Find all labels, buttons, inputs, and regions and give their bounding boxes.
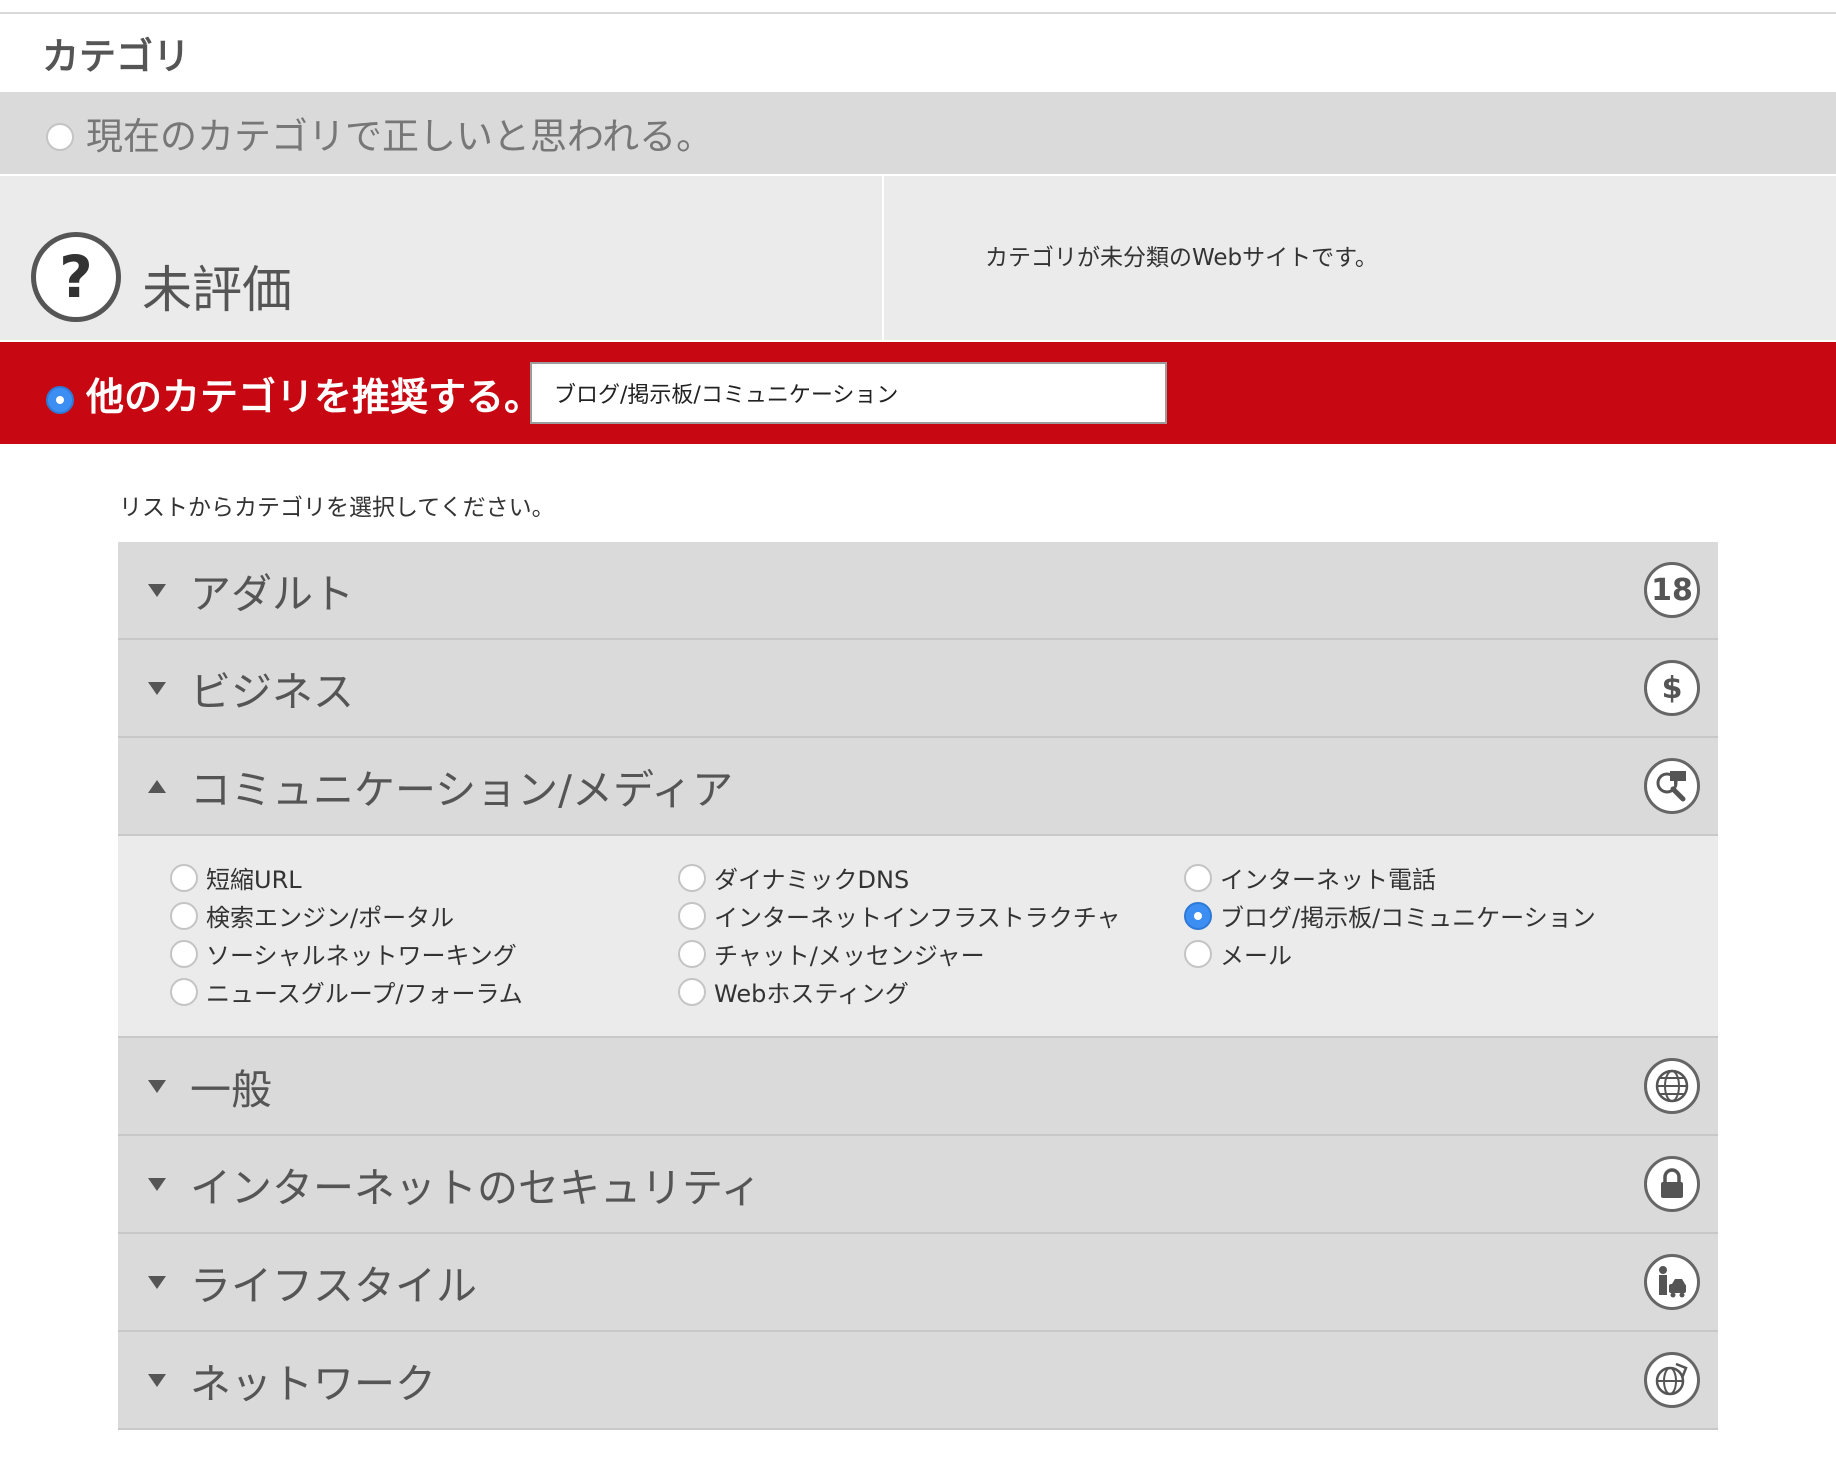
keep-current-radio[interactable]: [46, 123, 74, 151]
subcategory-radio[interactable]: [678, 977, 706, 1006]
person-car-icon: [1644, 1254, 1700, 1310]
subcategory-label: 検索エンジン/ポータル: [206, 904, 455, 932]
recommend-other-label: 他のカテゴリを推奨する。: [86, 374, 543, 419]
subcategory-blog-board-communication[interactable]: ブログ/掲示板/コミュニケーション: [1184, 898, 1596, 933]
chevron-down-icon: [148, 1079, 166, 1093]
recommend-other-radio[interactable]: [46, 386, 74, 414]
subcategory-radio[interactable]: [678, 863, 706, 892]
subcategory-radio[interactable]: [1184, 863, 1212, 892]
chevron-down-icon: [148, 1275, 166, 1289]
network-globe-icon: [1644, 1352, 1700, 1408]
keep-current-label: 現在のカテゴリで正しいと思われる。: [86, 115, 714, 158]
select-hint: リストからカテゴリを選択してください。: [119, 495, 555, 521]
category-header-network[interactable]: ネットワーク: [118, 1332, 1718, 1430]
communication-media-subcategories: 短縮URL 検索エンジン/ポータル ソーシャルネットワーキング ニュースグループ…: [118, 836, 1718, 1038]
subcategory-internet-infrastructure[interactable]: インターネットインフラストラクチャ: [678, 898, 1121, 933]
subcategory-social-networking[interactable]: ソーシャルネットワーキング: [170, 936, 517, 971]
current-category-name: 未評価: [142, 261, 292, 319]
dollar-icon: $: [1644, 660, 1700, 716]
chevron-down-icon: [148, 583, 166, 597]
category-label: 一般: [190, 1066, 272, 1114]
category-header-business[interactable]: ビジネス $: [118, 640, 1718, 738]
subcategory-label: ソーシャルネットワーキング: [206, 942, 517, 970]
subcategory-radio[interactable]: [678, 901, 706, 930]
subcategory-chat-messenger[interactable]: チャット/メッセンジャー: [678, 936, 985, 971]
subcategory-mail[interactable]: メール: [1184, 936, 1292, 971]
category-label: ライフスタイル: [190, 1262, 477, 1310]
subcategory-url-shortener[interactable]: 短縮URL: [170, 860, 302, 895]
subcategory-radio-selected[interactable]: [1184, 901, 1212, 930]
selected-category-field[interactable]: ブログ/掲示板/コミュニケーション: [530, 362, 1167, 424]
subcategory-label: 短縮URL: [206, 866, 302, 894]
subcategory-label: ブログ/掲示板/コミュニケーション: [1220, 904, 1596, 932]
subcategory-radio[interactable]: [170, 901, 198, 930]
lock-icon: [1644, 1156, 1700, 1212]
subcategory-label: チャット/メッセンジャー: [714, 942, 985, 970]
top-divider: [0, 12, 1836, 14]
section-title: カテゴリ: [42, 35, 190, 78]
current-category-description: カテゴリが未分類のWebサイトです。: [985, 245, 1378, 271]
question-mark-icon: ?: [31, 232, 121, 322]
keep-current-option[interactable]: 現在のカテゴリで正しいと思われる。: [0, 92, 1836, 174]
category-label: ネットワーク: [190, 1360, 436, 1408]
subcategory-radio[interactable]: [1184, 939, 1212, 968]
subcategory-radio[interactable]: [170, 939, 198, 968]
search-chat-icon: [1644, 758, 1700, 814]
subcategory-search-portal[interactable]: 検索エンジン/ポータル: [170, 898, 454, 933]
subcategory-label: Webホスティング: [714, 980, 909, 1008]
subcategory-newsgroup-forum[interactable]: ニュースグループ/フォーラム: [170, 974, 523, 1009]
category-label: アダルト: [190, 570, 354, 618]
subcategory-dynamic-dns[interactable]: ダイナミックDNS: [678, 860, 909, 895]
chevron-down-icon: [148, 681, 166, 695]
subcategory-radio[interactable]: [170, 977, 198, 1006]
panel-divider: [882, 176, 884, 340]
chevron-down-icon: [148, 1177, 166, 1191]
subcategory-label: メール: [1220, 942, 1292, 970]
category-header-communication-media[interactable]: コミュニケーション/メディア: [118, 738, 1718, 836]
category-header-internet-security[interactable]: インターネットのセキュリティ: [118, 1136, 1718, 1234]
category-label: インターネットのセキュリティ: [190, 1164, 762, 1212]
category-header-lifestyle[interactable]: ライフスタイル: [118, 1234, 1718, 1332]
category-header-general[interactable]: 一般: [118, 1038, 1718, 1136]
subcategory-web-hosting[interactable]: Webホスティング: [678, 974, 909, 1009]
age-18-icon: 18: [1644, 562, 1700, 618]
subcategory-label: ニュースグループ/フォーラム: [206, 980, 523, 1008]
chevron-up-icon: [148, 779, 166, 793]
category-list: アダルト 18 ビジネス $ コミュニケーション/メディア 短縮URL 検索エン…: [118, 542, 1718, 1430]
subcategory-label: インターネットインフラストラクチャ: [714, 904, 1121, 932]
subcategory-label: インターネット電話: [1220, 866, 1436, 894]
globe-icon: [1644, 1058, 1700, 1114]
category-header-adult[interactable]: アダルト 18: [118, 542, 1718, 640]
subcategory-radio[interactable]: [170, 863, 198, 892]
subcategory-label: ダイナミックDNS: [714, 866, 910, 894]
chevron-down-icon: [148, 1373, 166, 1387]
subcategory-internet-phone[interactable]: インターネット電話: [1184, 860, 1436, 895]
category-label: ビジネス: [190, 668, 354, 716]
subcategory-radio[interactable]: [678, 939, 706, 968]
category-label: コミュニケーション/メディア: [190, 766, 734, 814]
